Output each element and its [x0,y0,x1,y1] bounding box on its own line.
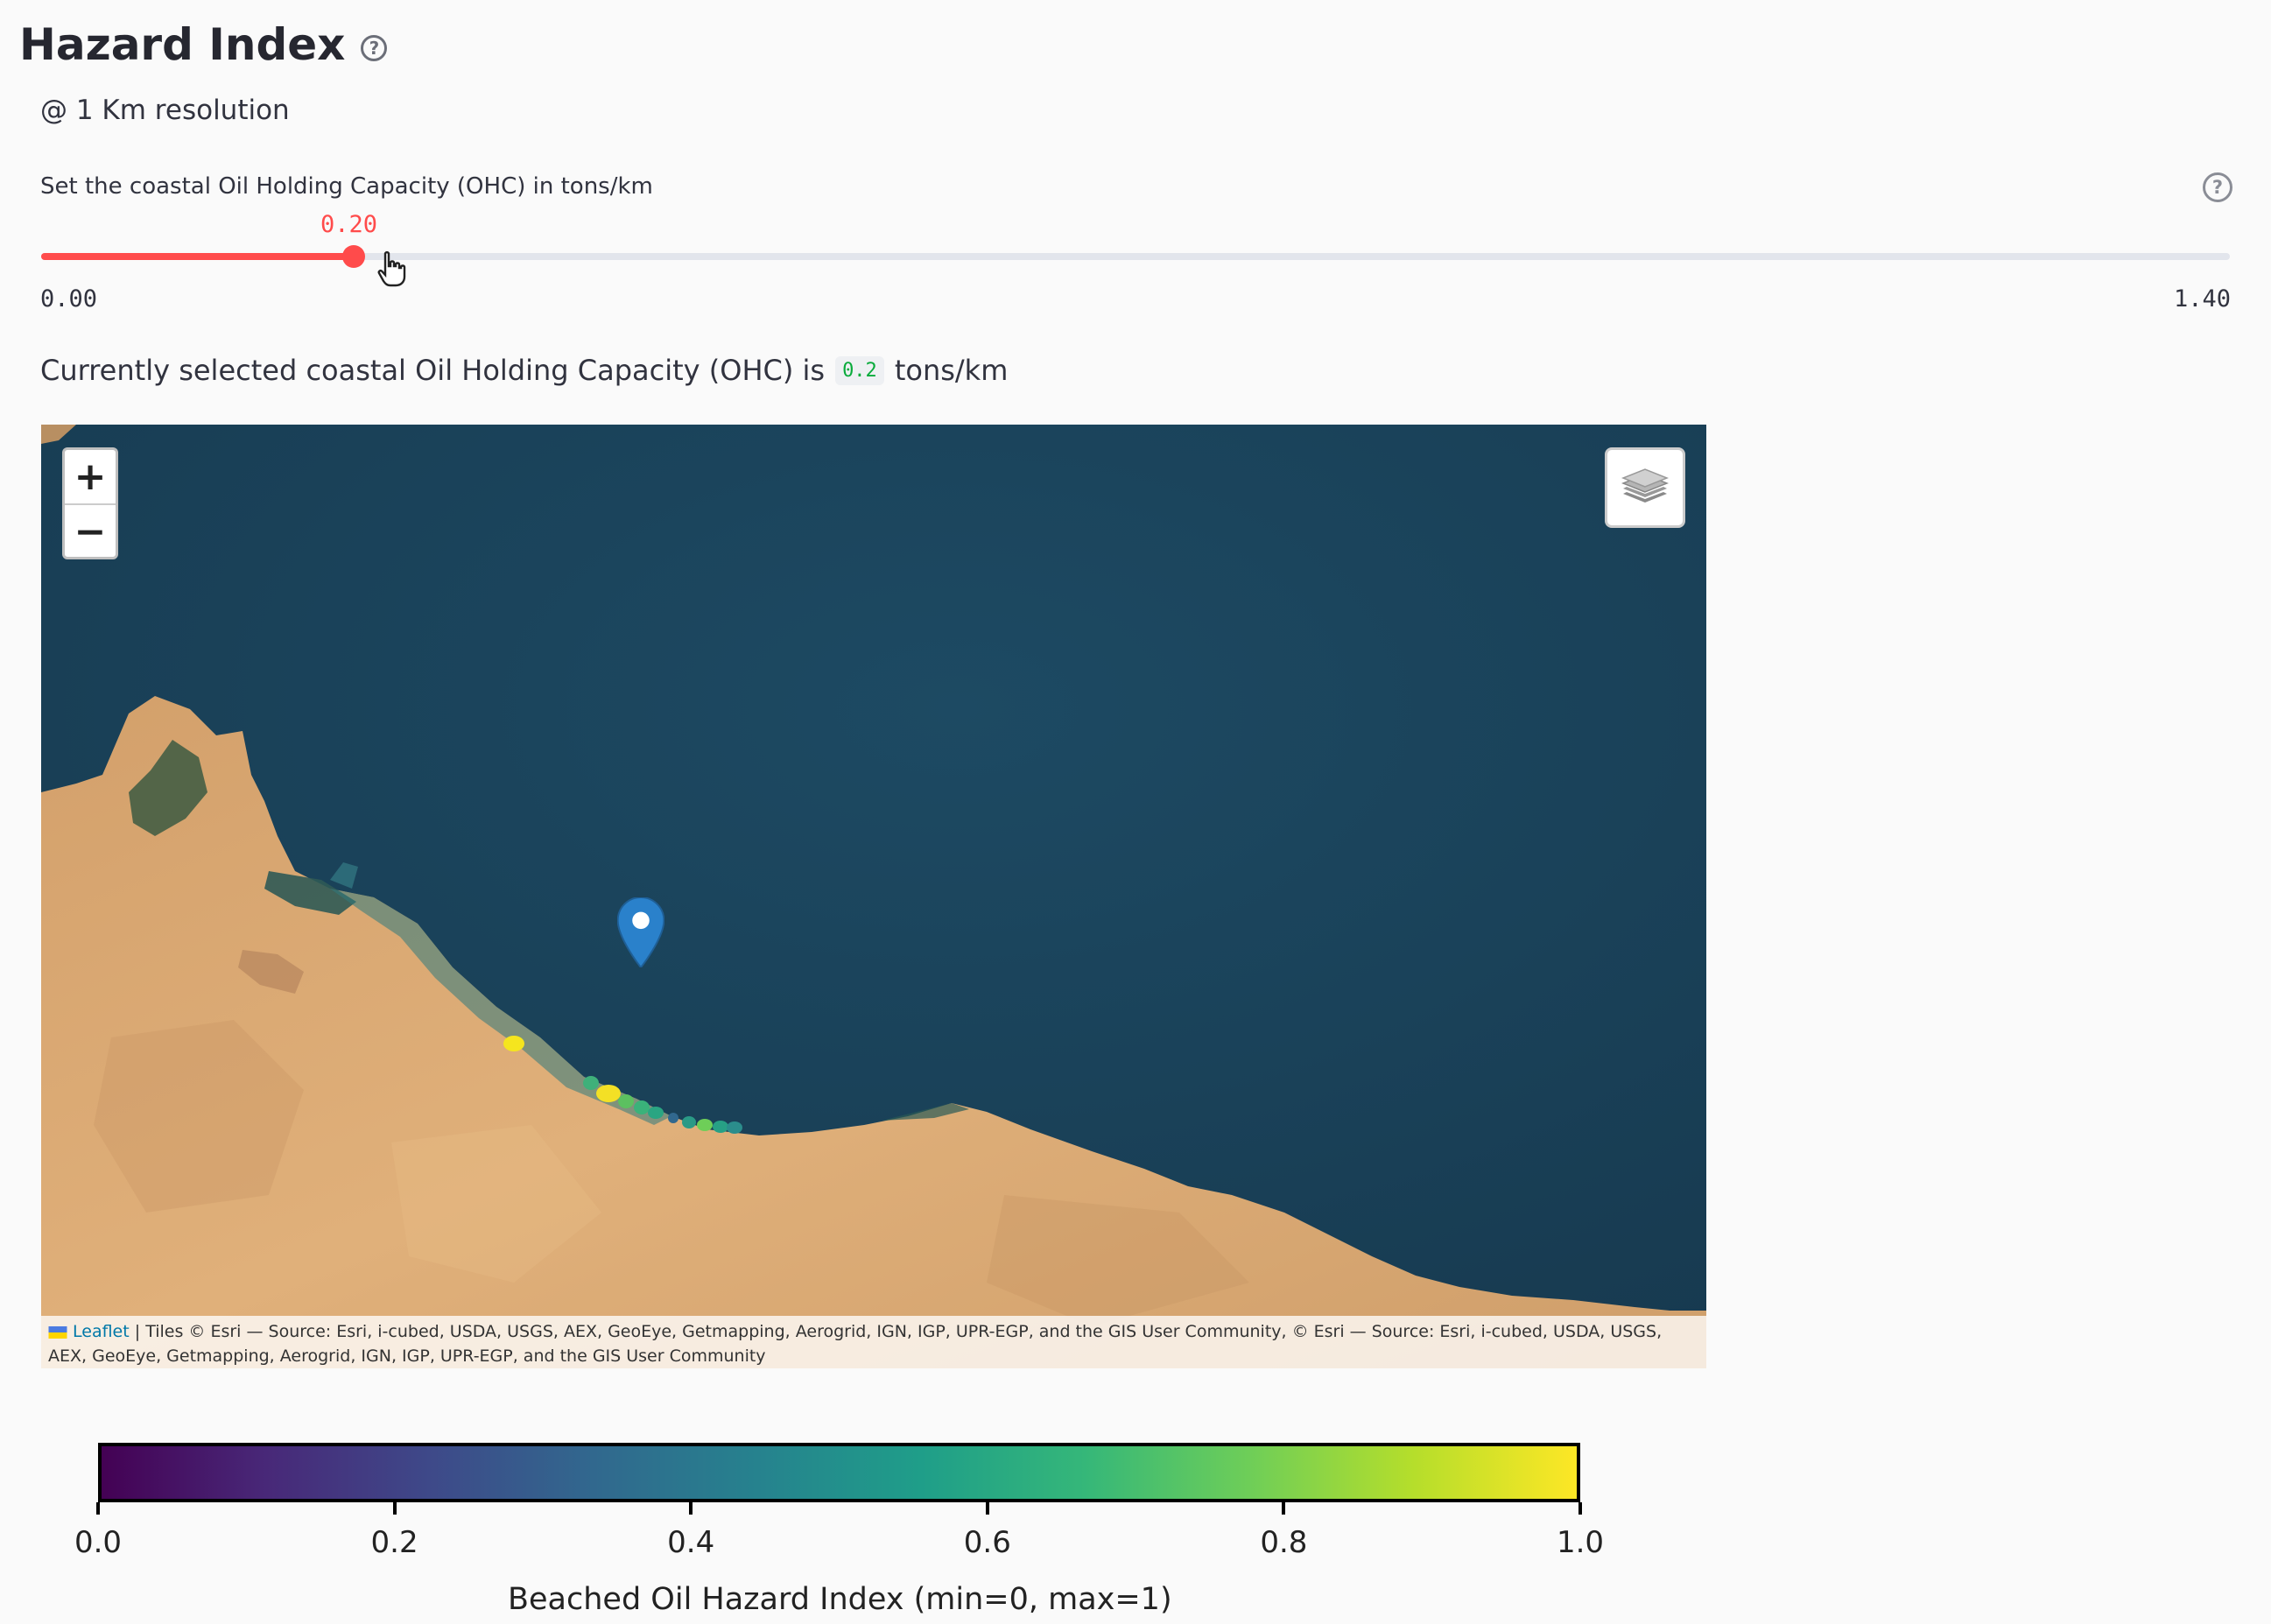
leaflet-link[interactable]: Leaflet [73,1322,130,1341]
slider-min-label: 0.00 [40,285,98,313]
slider-thumb[interactable] [342,245,366,268]
zoom-control: + − [62,447,118,559]
layers-icon [1621,468,1670,503]
zoom-out-button[interactable]: − [65,505,116,557]
current-ohc-value: 0.2 [835,355,884,385]
page-title: Hazard Index [19,19,346,70]
colorbar-legend: 0.0 0.2 0.4 0.6 0.8 1.0 [74,1443,1604,1572]
ohc-slider-label: Set the coastal Oil Holding Capacity (OH… [40,173,653,200]
current-ohc-prefix: Currently selected coastal Oil Holding C… [40,354,826,387]
colorbar-tick-label: 0.0 [74,1525,123,1560]
current-ohc-text: Currently selected coastal Oil Holding C… [40,354,1008,387]
satellite-basemap [41,425,1706,1368]
colorbar-tick-label: 1.0 [1556,1525,1605,1560]
colorbar-tick-label: 0.8 [1260,1525,1308,1560]
slider-fill [41,253,355,260]
slider-current-value: 0.20 [320,211,378,238]
colorbar-label: Beached Oil Hazard Index (min=0, max=1) [508,1582,1172,1617]
colorbar-tick-label: 0.4 [667,1525,715,1560]
layers-control-button[interactable] [1605,447,1685,528]
colorbar-tick-label: 0.2 [370,1525,418,1560]
ohc-slider[interactable] [41,245,2230,268]
colorbar-tick [985,1502,989,1515]
slider-max-label: 1.40 [2173,285,2231,313]
current-ohc-suffix: tons/km [894,354,1009,387]
colorbar-tick [392,1502,397,1515]
title-help-icon[interactable]: ? [361,35,388,61]
colorbar-tick [689,1502,693,1515]
map-attribution: Leaflet | Tiles © Esri — Source: Esri, i… [41,1316,1706,1368]
ukraine-flag-icon [48,1325,67,1339]
zoom-in-button[interactable]: + [65,450,116,503]
map-marker-icon[interactable] [617,897,664,967]
colorbar-tick [1282,1502,1286,1515]
colorbar-gradient [98,1443,1580,1502]
hazard-map[interactable]: + − Leaflet | Tiles © Esri — Source: Esr… [41,425,1706,1368]
colorbar-tick-label: 0.6 [963,1525,1011,1560]
attribution-text: | Tiles © Esri — Source: Esri, i-cubed, … [48,1322,1663,1366]
colorbar-ticks: 0.0 0.2 0.4 0.6 0.8 1.0 [74,1502,1604,1572]
slider-help-icon[interactable]: ? [2203,172,2232,202]
colorbar-tick [96,1502,100,1515]
page-header: Hazard Index ? [19,19,388,70]
hand-cursor-icon [377,251,406,287]
colorbar-tick [1578,1502,1582,1515]
resolution-subtitle: @ 1 Km resolution [40,95,290,126]
